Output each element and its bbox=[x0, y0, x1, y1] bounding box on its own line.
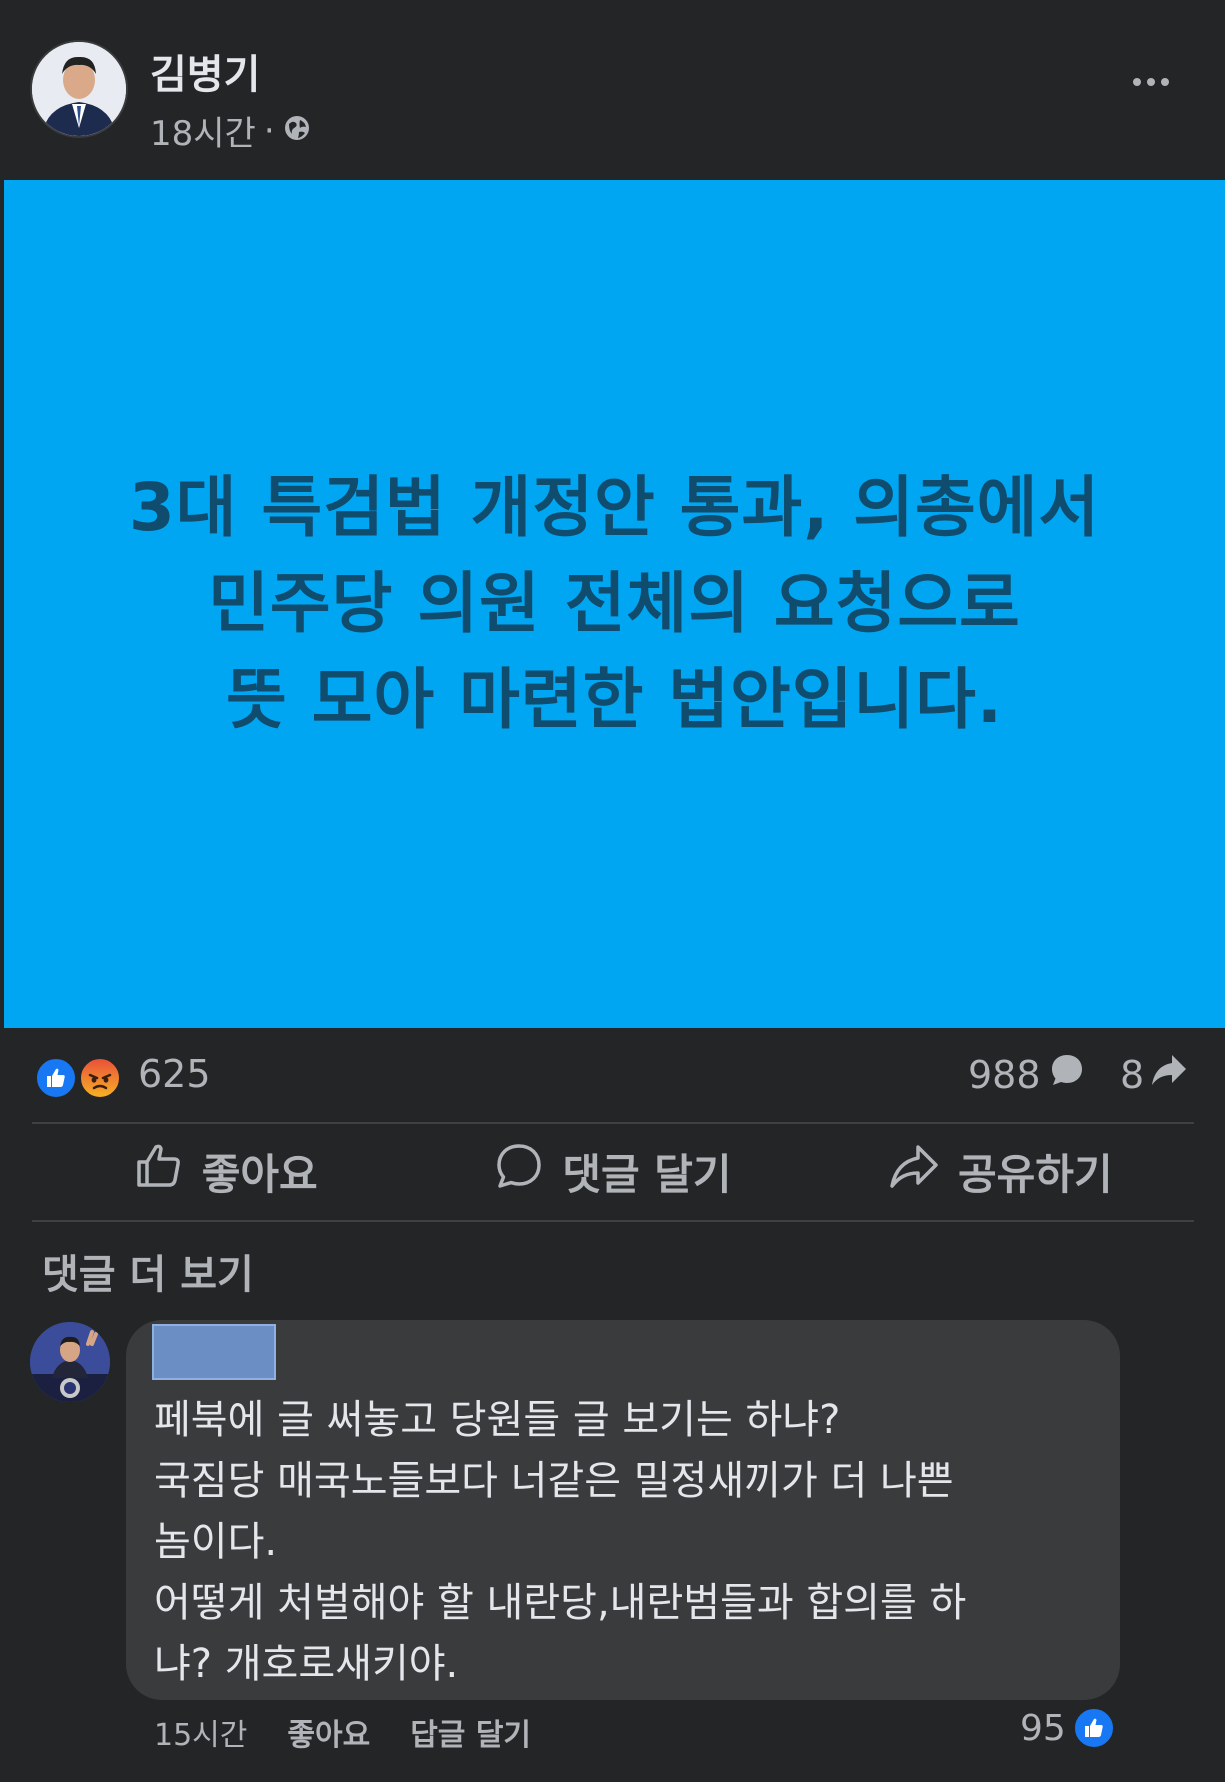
thumbs-up-icon bbox=[134, 1141, 184, 1201]
globe-icon bbox=[283, 111, 311, 151]
more-dot-icon bbox=[1161, 78, 1169, 86]
comment-icon bbox=[494, 1141, 544, 1201]
post-text-background[interactable]: 3대 특검법 개정안 통과, 의총에서 민주당 의원 전체의 요청으로 뜻 모아… bbox=[4, 180, 1225, 1028]
post-time[interactable]: 18시간 bbox=[150, 106, 256, 155]
share-count[interactable]: 8 bbox=[1120, 1052, 1188, 1097]
more-dot-icon bbox=[1133, 78, 1141, 86]
comment-bubble: 페북에 글 써놓고 당원들 글 보기는 하냐? 국짐당 매국노들보다 너같은 밀… bbox=[126, 1320, 1120, 1700]
comment-like-count: 95 bbox=[1020, 1707, 1066, 1749]
like-reaction-icon bbox=[1071, 1706, 1116, 1750]
comment-reaction-summary[interactable]: 95 bbox=[1020, 1706, 1116, 1750]
commenter-avatar[interactable] bbox=[30, 1322, 110, 1402]
like-button-label: 좋아요 bbox=[201, 1149, 318, 1199]
reaction-count[interactable]: 625 bbox=[138, 1052, 211, 1096]
commenter-name-redacted[interactable] bbox=[152, 1324, 276, 1380]
comment-button-label: 댓글 달기 bbox=[562, 1149, 732, 1199]
comment-like-button[interactable]: 좋아요 bbox=[287, 1710, 370, 1754]
angry-reaction-icon bbox=[78, 1056, 122, 1100]
author-name[interactable]: 김병기 bbox=[150, 42, 260, 100]
like-reaction-icon bbox=[34, 1056, 78, 1100]
engagement-summary: 625 988 8 bbox=[0, 1040, 1225, 1120]
reaction-icons[interactable] bbox=[34, 1056, 124, 1102]
more-dot-icon bbox=[1147, 78, 1155, 86]
post-card: 김병기 18시간 · 3대 특검법 개정안 통과, 의총에서 민주당 의원 전체… bbox=[0, 0, 1225, 1782]
share-arrow-icon bbox=[1150, 1052, 1188, 1097]
comment-bubble-icon bbox=[1049, 1052, 1085, 1097]
post-header: 김병기 18시간 · bbox=[0, 0, 1225, 180]
share-button[interactable]: 공유하기 bbox=[807, 1124, 1194, 1218]
comment-reply-button[interactable]: 답글 달기 bbox=[410, 1710, 531, 1754]
comment-text: 페북에 글 써놓고 당원들 글 보기는 하냐? 국짐당 매국노들보다 너같은 밀… bbox=[154, 1397, 967, 1687]
share-icon bbox=[888, 1141, 940, 1201]
comment-count[interactable]: 988 bbox=[968, 1052, 1085, 1097]
more-options-button[interactable] bbox=[1120, 60, 1182, 104]
divider bbox=[32, 1220, 1194, 1222]
post-meta: 18시간 · bbox=[150, 106, 311, 155]
share-count-value: 8 bbox=[1120, 1052, 1145, 1097]
like-button[interactable]: 좋아요 bbox=[32, 1124, 419, 1218]
share-button-label: 공유하기 bbox=[958, 1149, 1113, 1199]
post-text: 3대 특검법 개정안 통과, 의총에서 민주당 의원 전체의 요청으로 뜻 모아… bbox=[128, 469, 1101, 738]
author-avatar[interactable] bbox=[30, 40, 128, 138]
comment-button[interactable]: 댓글 달기 bbox=[419, 1124, 806, 1218]
comment-time[interactable]: 15시간 bbox=[154, 1710, 247, 1754]
view-more-comments-link[interactable]: 댓글 더 보기 bbox=[42, 1242, 254, 1300]
action-bar: 좋아요 댓글 달기 공유하기 bbox=[32, 1124, 1194, 1218]
comment-count-value: 988 bbox=[968, 1052, 1041, 1097]
comment-actions: 15시간 좋아요 답글 달기 bbox=[154, 1710, 531, 1754]
meta-separator: · bbox=[263, 110, 275, 151]
